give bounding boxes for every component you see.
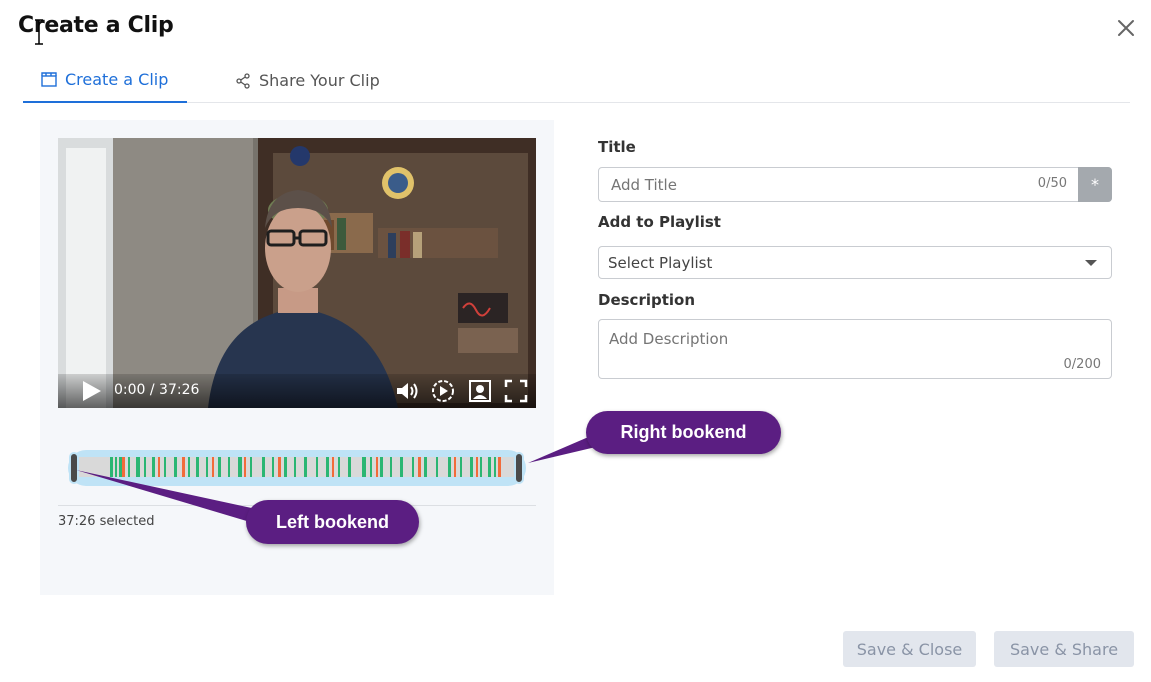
left-bookend-callout: Left bookend [246,500,419,544]
callout-pointers [76,432,600,528]
save-share-button[interactable]: Save & Share [994,631,1134,667]
create-clip-dialog: Create a Clip Create a Clip Share Your C… [0,0,1151,682]
save-close-button[interactable]: Save & Close [843,631,976,667]
right-bookend-callout: Right bookend [586,411,781,454]
